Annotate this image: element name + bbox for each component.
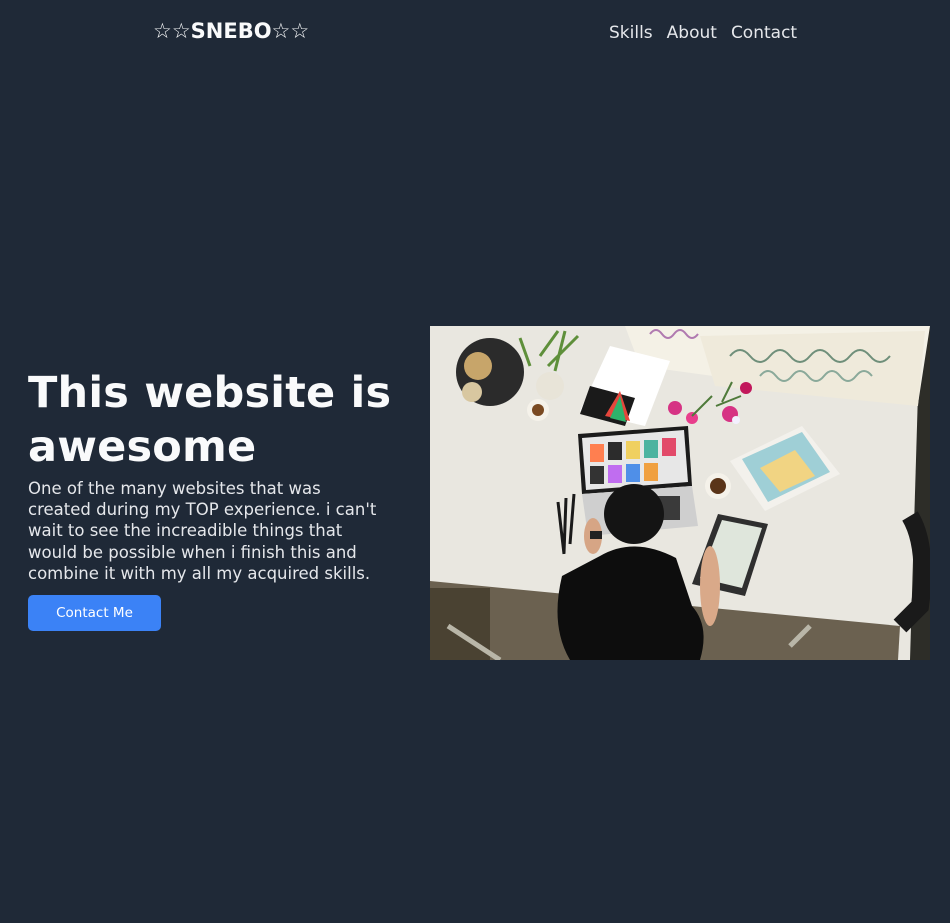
nav-link-contact[interactable]: Contact bbox=[731, 23, 797, 43]
contact-me-button[interactable]: Contact Me bbox=[28, 595, 161, 632]
main-nav: Skills About Contact bbox=[609, 23, 797, 43]
workspace-photo bbox=[430, 326, 930, 660]
site-logo[interactable]: ☆☆SNEBO☆☆ bbox=[153, 19, 309, 43]
hero-title: This website is awesome bbox=[28, 368, 392, 472]
nav-link-about[interactable]: About bbox=[667, 23, 717, 43]
nav-link-skills[interactable]: Skills bbox=[609, 23, 653, 43]
hero-description: One of the many websites that was create… bbox=[28, 479, 377, 583]
hero-image bbox=[430, 326, 930, 660]
site-header: ☆☆SNEBO☆☆ Skills About Contact bbox=[0, 0, 950, 68]
hero-section: This website is awesome One of the many … bbox=[28, 366, 408, 632]
